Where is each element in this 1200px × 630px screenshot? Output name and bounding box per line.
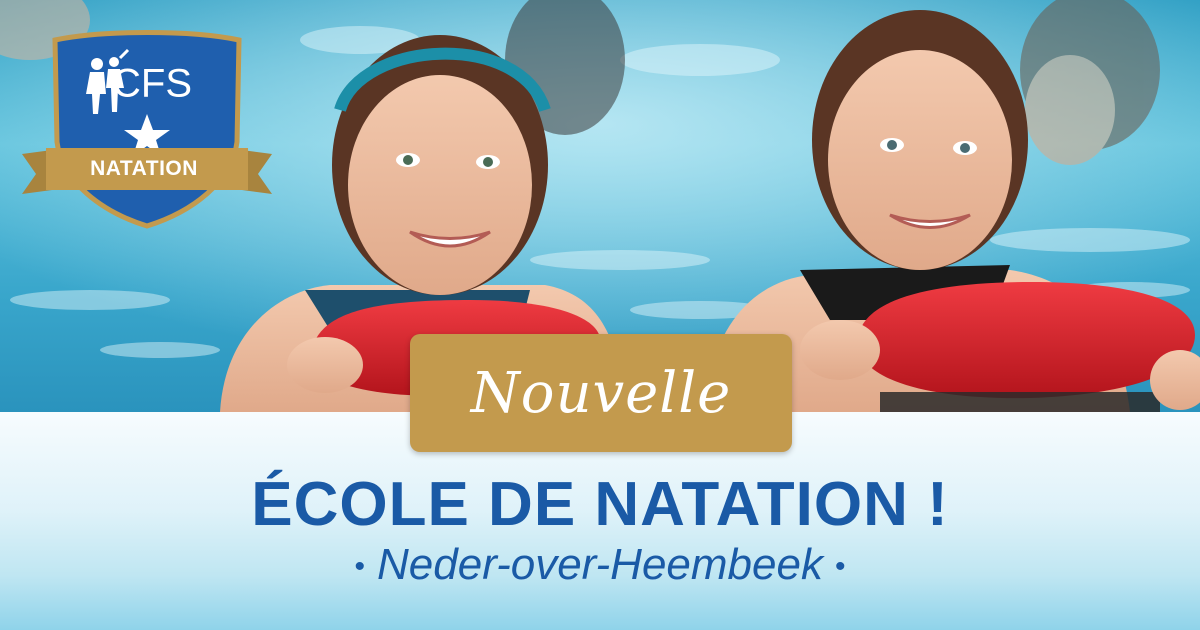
- bullet-left: •: [354, 550, 366, 584]
- logo-shield: [22, 30, 272, 229]
- logo-ribbon-label: NATATION: [90, 157, 198, 180]
- ribbon-text: Nouvelle: [470, 360, 732, 426]
- nouvelle-ribbon: Nouvelle: [410, 334, 792, 452]
- headline: ÉCOLE DE NATATION !: [251, 470, 949, 539]
- cfs-natation-logo: CFS NATATION: [22, 22, 272, 232]
- logo-brand: CFS: [112, 61, 192, 106]
- promo-banner: Nouvelle ÉCOLE DE NATATION ! • Neder-over…: [0, 0, 1200, 630]
- red-float-right: [857, 282, 1195, 399]
- location-line: • Neder-over-Heembeek •: [0, 540, 1200, 592]
- bullet-right: •: [834, 550, 846, 584]
- location-text: Neder-over-Heembeek: [377, 540, 823, 589]
